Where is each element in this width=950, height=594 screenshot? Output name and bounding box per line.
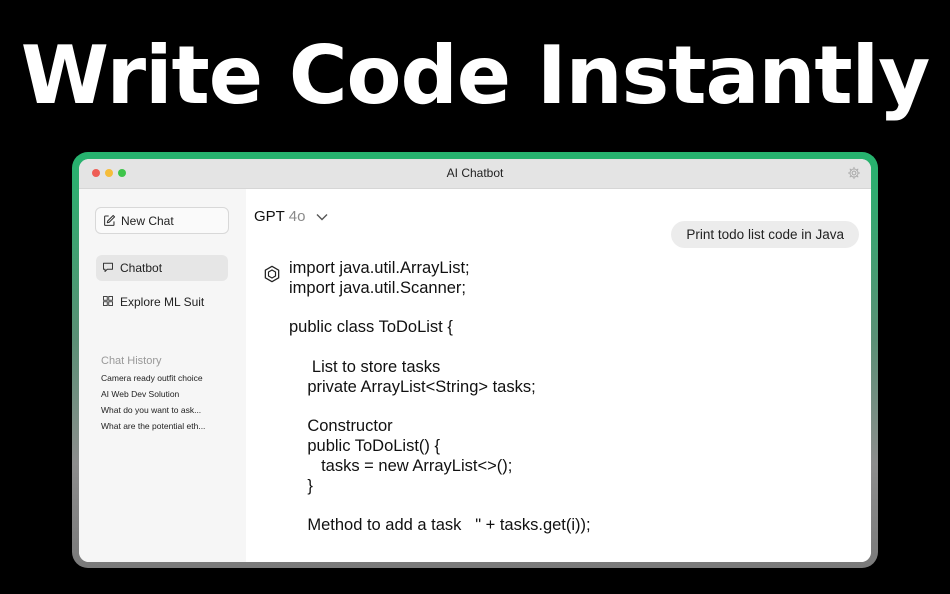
sidebar-item-explore-ml-suit[interactable]: Explore ML Suit [96, 289, 228, 315]
code-line: Constructor [289, 417, 393, 436]
code-line: public ToDoList() { [289, 437, 441, 456]
code-line: import java.util.ArrayList; [289, 259, 470, 277]
code-line: } [289, 476, 313, 495]
window-title: AI Chatbot [446, 166, 504, 180]
code-line: import java.util.Scanner; [289, 278, 466, 297]
history-item[interactable]: What do you want to ask... [101, 405, 201, 415]
new-chat-button[interactable]: New Chat [95, 207, 229, 234]
chat-bubble-icon [103, 262, 113, 272]
sidebar-item-label: Chatbot [120, 261, 163, 275]
assistant-code-response: import java.util.ArrayList; import java.… [289, 259, 861, 536]
model-version: 4o [288, 208, 306, 225]
title-bar: AI Chatbot [79, 159, 871, 189]
chevron-down-icon [316, 214, 328, 221]
sidebar-item-label: Explore ML Suit [120, 295, 205, 309]
history-item[interactable]: What are the potential eth... [101, 421, 205, 431]
model-name: GPT [254, 208, 285, 225]
headline: Write Code Instantly [20, 29, 930, 122]
sidebar-item-chatbot[interactable]: Chatbot [96, 255, 228, 281]
chat-history-title: Chat History [101, 355, 162, 367]
code-line: public class ToDoList { [289, 318, 453, 337]
code-line: private ArrayList<String> tasks; [289, 377, 536, 396]
grid-icon [103, 296, 113, 306]
code-line: Method to add a task " + tasks.get(i)); [289, 516, 591, 535]
model-selector[interactable]: GPT 4o [254, 208, 328, 225]
new-chat-label: New Chat [121, 214, 174, 228]
sidebar: New Chat Chatbot Explore ML Suit Chat Hi… [79, 189, 246, 562]
assistant-avatar-icon [264, 265, 280, 283]
edit-icon [104, 214, 116, 226]
chat-panel: GPT 4o Print todo list code in Java impo… [246, 189, 871, 562]
code-line: List to store tasks [289, 357, 441, 376]
history-item[interactable]: AI Web Dev Solution [101, 389, 179, 399]
code-line: tasks = new ArrayList<>(); [289, 456, 513, 475]
user-message: Print todo list code in Java [671, 221, 859, 248]
history-item[interactable]: Camera ready outfit choice [101, 373, 203, 383]
gear-icon[interactable] [847, 166, 861, 180]
app-window: AI Chatbot New Chat Chatbot Explore ML S… [79, 159, 871, 562]
